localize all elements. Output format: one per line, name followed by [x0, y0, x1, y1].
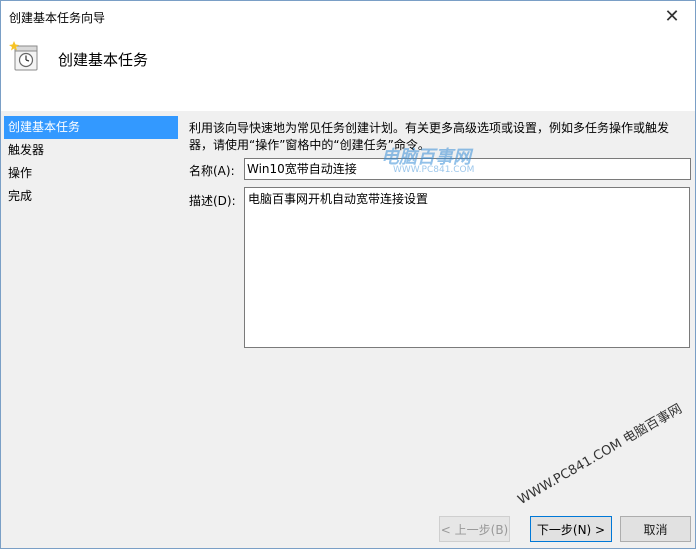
wizard-header: 创建基本任务 — [1, 31, 695, 111]
wizard-window: 创建基本任务向导 ✕ 创建基本任务 创建基本任务 触发器 操作 完成 利用该向导… — [0, 0, 696, 549]
next-button[interactable]: 下一步(N) > — [530, 516, 612, 542]
title-bar: 创建基本任务向导 ✕ — [1, 1, 695, 31]
name-label: 名称(A): — [189, 164, 235, 178]
wizard-steps: 创建基本任务 触发器 操作 完成 — [4, 116, 178, 516]
step-trigger[interactable]: 触发器 — [4, 139, 178, 162]
watermark-logo-url: WWW.PC841.COM — [393, 165, 475, 175]
close-icon[interactable]: ✕ — [649, 1, 695, 31]
back-button[interactable]: < 上一步(B) — [439, 516, 510, 542]
watermark-diagonal: WWW.PC841.COM 电脑百事网 — [515, 401, 685, 508]
cancel-button[interactable]: 取消 — [620, 516, 691, 542]
step-create-basic-task[interactable]: 创建基本任务 — [4, 116, 178, 139]
description-input[interactable]: 电脑百事网开机自动宽带连接设置 — [244, 187, 690, 348]
step-action[interactable]: 操作 — [4, 162, 178, 185]
window-title: 创建基本任务向导 — [9, 11, 106, 25]
description-label: 描述(D): — [189, 194, 236, 208]
step-finish[interactable]: 完成 — [4, 185, 178, 208]
task-scheduler-icon — [9, 41, 38, 71]
page-title: 创建基本任务 — [58, 51, 149, 69]
